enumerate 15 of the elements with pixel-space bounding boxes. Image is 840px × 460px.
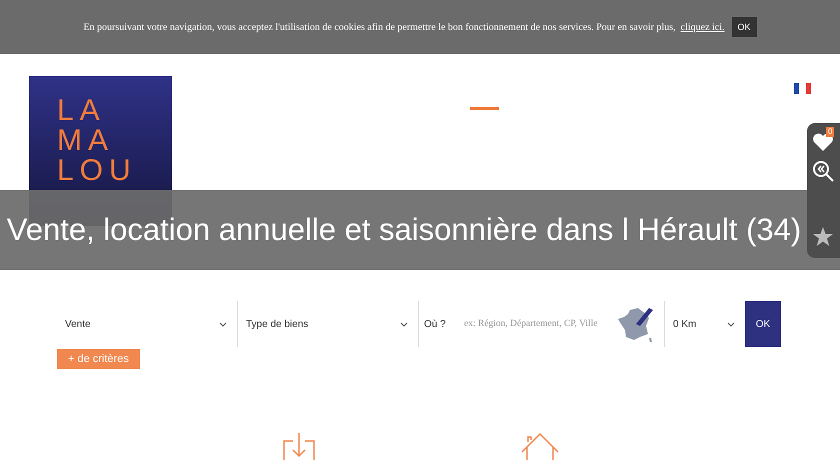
star-icon[interactable] <box>812 226 834 247</box>
favorites-count: 0 <box>826 127 834 137</box>
distance-dropdown[interactable]: 0 Km <box>665 301 745 347</box>
chevron-down-icon <box>727 322 735 326</box>
cookie-notice: En poursuivant votre navigation, vous acceptez l'utilisation de cookies afin de permettre le bon fonctionnement de nos services. Pour en savoir plus, <box>83 22 676 32</box>
accept-button[interactable]: OK <box>732 17 757 37</box>
more-info-link[interactable]: cliquez ici. <box>680 22 725 32</box>
dropdown[interactable]: Type de biens <box>238 301 419 347</box>
chevron-down-icon <box>400 322 408 326</box>
field-label: Où ? <box>424 318 447 330</box>
chevron-down-icon <box>219 322 227 326</box>
search-icon[interactable] <box>812 160 835 183</box>
submit-button[interactable]: OK <box>745 301 781 347</box>
french-flag-icon[interactable] <box>794 83 811 94</box>
dropdown[interactable]: Vente <box>57 301 238 347</box>
